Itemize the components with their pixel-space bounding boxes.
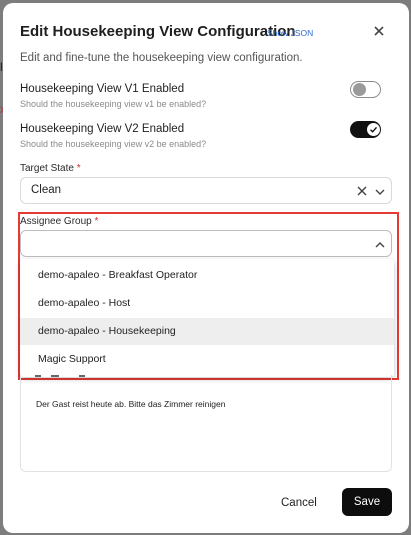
dropdown-option[interactable]: demo-apaleo - Host bbox=[20, 290, 394, 317]
show-json-link[interactable]: Show JSON bbox=[267, 28, 313, 38]
modal-subtitle: Edit and fine-tune the housekeeping view… bbox=[20, 52, 303, 64]
assignee-group-label: Assignee Group * bbox=[20, 216, 99, 227]
toggle-v2-help: Should the housekeeping view v2 be enabl… bbox=[20, 139, 207, 149]
toggle-v1-help: Should the housekeeping view v1 be enabl… bbox=[20, 99, 207, 109]
cancel-button[interactable]: Cancel bbox=[281, 497, 317, 509]
dropdown-option[interactable]: Magic Support bbox=[20, 346, 394, 373]
toggle-knob bbox=[367, 123, 380, 136]
target-state-select[interactable]: Clean bbox=[20, 177, 392, 204]
assignee-group-dropdown: demo-apaleo - Breakfast Operator demo-ap… bbox=[20, 259, 394, 377]
edit-config-modal: Edit Housekeeping View Configuration Sho… bbox=[3, 3, 409, 533]
toggle-v2-switch[interactable] bbox=[350, 121, 381, 138]
description-editor[interactable]: Der Gast reist heute ab. Bitte das Zimme… bbox=[20, 375, 392, 472]
target-state-label: Target State * bbox=[20, 163, 81, 174]
dropdown-option[interactable]: demo-apaleo - Housekeeping bbox=[20, 318, 394, 345]
check-icon bbox=[370, 126, 378, 133]
chevron-up-icon[interactable] bbox=[374, 239, 386, 251]
chevron-down-icon[interactable] bbox=[374, 186, 386, 198]
toggle-v1-label: Housekeeping View V1 Enabled bbox=[20, 83, 185, 95]
assignee-group-select[interactable] bbox=[20, 230, 392, 257]
editor-toolbar-icons bbox=[35, 375, 85, 377]
editor-content: Der Gast reist heute ab. Bitte das Zimme… bbox=[36, 399, 226, 409]
clear-icon[interactable] bbox=[356, 185, 368, 197]
close-icon[interactable] bbox=[371, 23, 387, 39]
toggle-knob bbox=[353, 83, 366, 96]
dropdown-option[interactable]: demo-apaleo - Breakfast Operator bbox=[20, 262, 394, 289]
toggle-v2-label: Housekeeping View V2 Enabled bbox=[20, 123, 185, 135]
save-button[interactable]: Save bbox=[342, 488, 392, 516]
target-state-value: Clean bbox=[31, 184, 62, 196]
toggle-v1-switch[interactable] bbox=[350, 81, 381, 98]
modal-title: Edit Housekeeping View Configuration bbox=[20, 23, 296, 40]
